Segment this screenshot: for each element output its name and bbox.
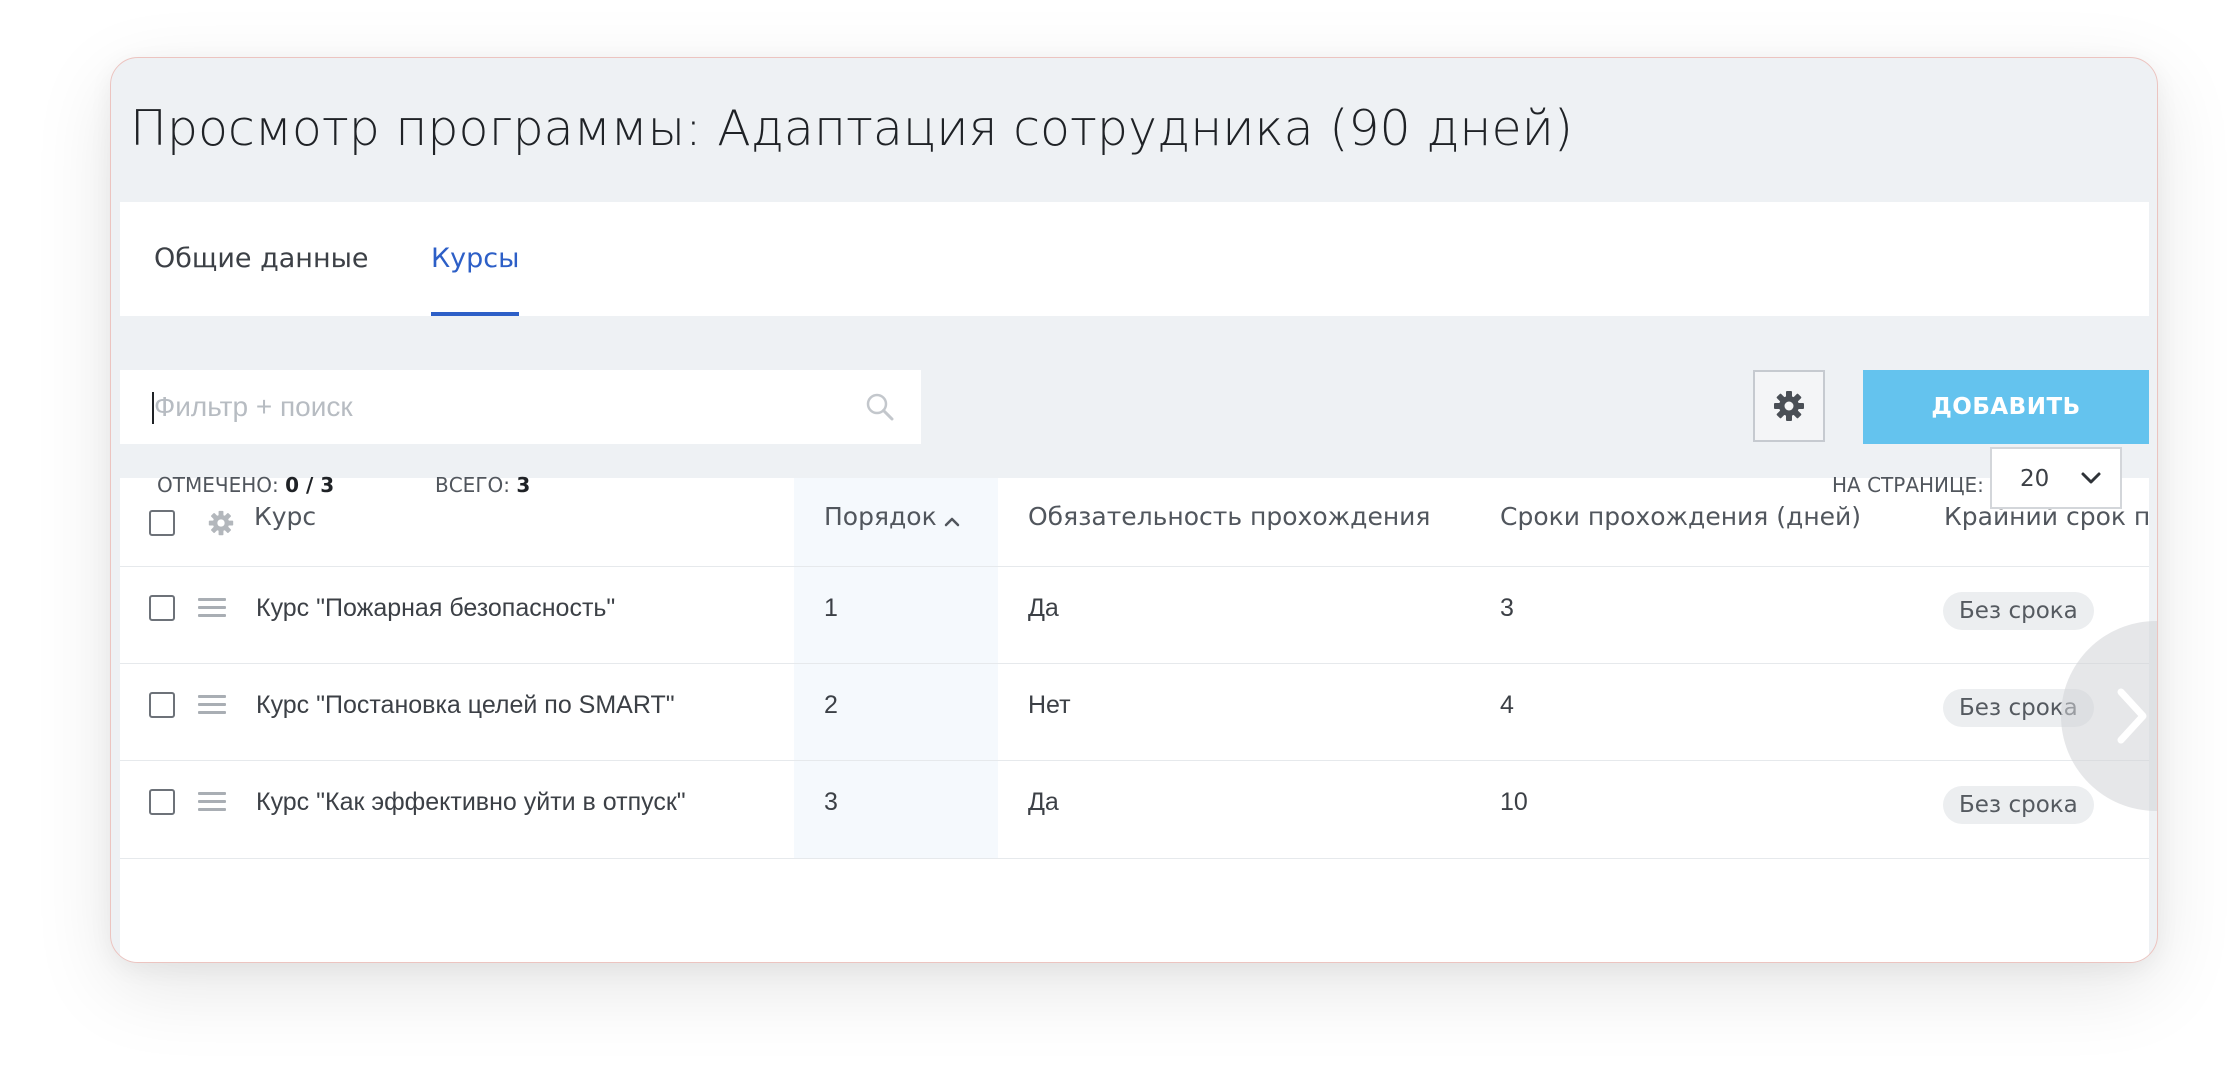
course-name[interactable]: Курс "Постановка целей по SMART" <box>256 691 675 720</box>
course-name[interactable]: Курс "Пожарная безопасность" <box>256 594 615 623</box>
divider <box>120 858 2149 859</box>
program-card: Просмотр программы: Адаптация сотрудника… <box>110 57 2158 963</box>
sort-ascending-icon[interactable] <box>943 516 961 528</box>
selected-count: ОТМЕЧЕНО: 0 / 3 <box>157 473 334 497</box>
chevron-right-icon <box>2117 688 2147 744</box>
total-count: ВСЕГО: 3 <box>435 473 530 497</box>
search-icon[interactable] <box>865 392 895 422</box>
column-header-course[interactable]: Курс <box>254 502 316 531</box>
search-input[interactable] <box>154 370 834 444</box>
tab-courses[interactable]: Курсы <box>431 202 520 316</box>
divider <box>120 760 2149 761</box>
row-checkbox[interactable] <box>149 595 175 621</box>
per-page-label: НА СТРАНИЦЕ: <box>1832 473 1984 497</box>
row-checkbox[interactable] <box>149 789 175 815</box>
settings-button[interactable] <box>1753 370 1825 442</box>
courses-table: Курс Порядок Обязательность прохождения … <box>120 478 2149 962</box>
drag-handle-icon[interactable] <box>198 792 226 812</box>
column-header-duration[interactable]: Сроки прохождения (дней) <box>1500 502 1861 531</box>
page-title: Просмотр программы: Адаптация сотрудника… <box>130 100 1574 157</box>
required-value: Да <box>1028 788 1059 816</box>
duration-value: 4 <box>1500 691 1514 719</box>
per-page-select[interactable]: 20 <box>1990 447 2122 509</box>
per-page-value: 20 <box>2020 466 2050 492</box>
required-value: Нет <box>1028 691 1071 719</box>
column-header-order[interactable]: Порядок <box>824 502 937 531</box>
duration-value: 3 <box>1500 594 1514 622</box>
row-checkbox[interactable] <box>149 692 175 718</box>
course-name[interactable]: Курс "Как эффективно уйти в отпуск" <box>256 788 686 817</box>
column-settings-gear-icon[interactable] <box>208 510 234 536</box>
total-label: ВСЕГО: <box>435 473 510 497</box>
tab-general-data[interactable]: Общие данные <box>154 202 369 316</box>
select-all-checkbox[interactable] <box>149 510 175 536</box>
drag-handle-icon[interactable] <box>198 695 226 715</box>
deadline-badge: Без срока <box>1943 592 2094 630</box>
selected-label: ОТМЕЧЕНО: <box>157 473 279 497</box>
chevron-down-icon <box>2081 472 2101 484</box>
selected-value: 0 / 3 <box>285 473 335 497</box>
drag-handle-icon[interactable] <box>198 598 226 618</box>
column-header-required[interactable]: Обязательность прохождения <box>1028 502 1430 531</box>
order-value: 2 <box>824 691 838 719</box>
divider <box>120 566 2149 567</box>
tabs-bar: Общие данные Курсы <box>120 202 2149 316</box>
divider <box>120 663 2149 664</box>
duration-value: 10 <box>1500 788 1528 816</box>
total-value: 3 <box>516 473 531 497</box>
gear-icon <box>1774 391 1804 421</box>
order-value: 1 <box>824 594 838 622</box>
required-value: Да <box>1028 594 1059 622</box>
search-box[interactable] <box>120 370 921 444</box>
add-button[interactable]: ДОБАВИТЬ <box>1863 370 2149 444</box>
deadline-badge: Без срока <box>1943 786 2094 824</box>
order-value: 3 <box>824 788 838 816</box>
